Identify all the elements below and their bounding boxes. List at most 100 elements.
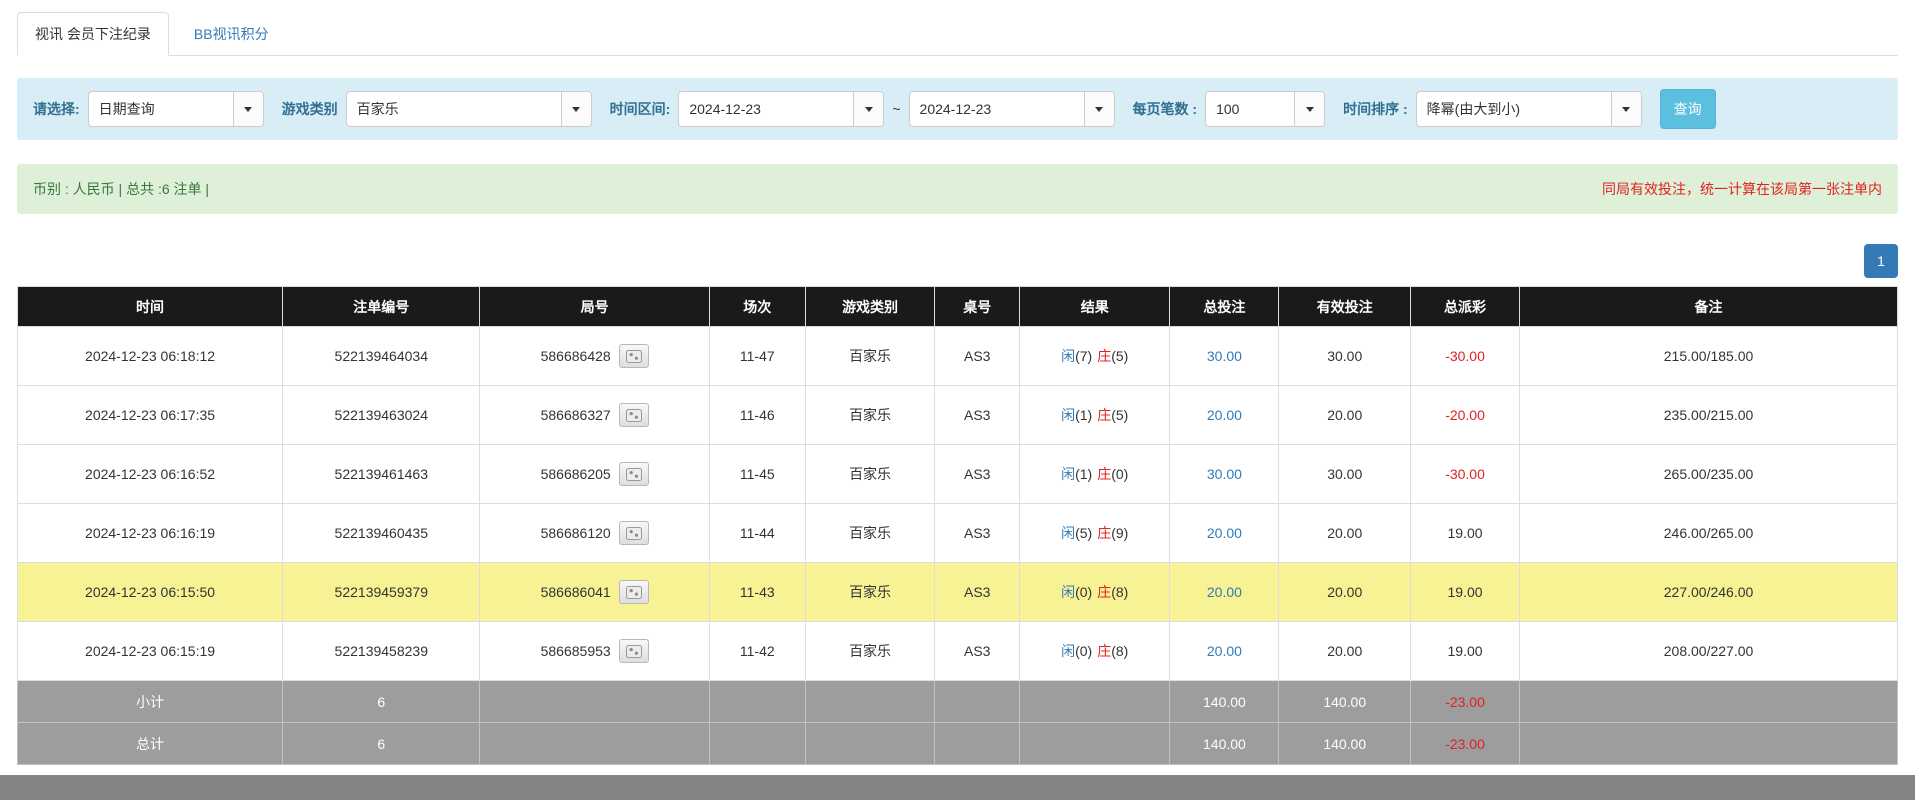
round-replay-button[interactable] [619, 580, 649, 604]
cell-payout: -30.00 [1411, 445, 1520, 504]
player-result-score: (0) [1075, 584, 1092, 600]
table-footer: 小计6140.00140.00-23.00总计6140.00140.00-23.… [18, 681, 1898, 765]
column-header: 结果 [1020, 287, 1170, 327]
summary-empty-cell [935, 723, 1020, 765]
cell-total-bet[interactable]: 20.00 [1170, 622, 1279, 681]
banker-result-label: 庄 [1097, 525, 1111, 541]
player-result-label: 闲 [1061, 348, 1075, 364]
pagination: 1 [17, 244, 1898, 278]
game-type-value: 百家乐 [347, 92, 561, 126]
replay-icon [626, 409, 642, 422]
cell-time: 2024-12-23 06:15:19 [18, 622, 283, 681]
table-row: 2024-12-23 06:16:19522139460435586686120… [18, 504, 1898, 563]
round-replay-button[interactable] [619, 344, 649, 368]
cell-remark: 208.00/227.00 [1520, 622, 1898, 681]
cell-total-bet[interactable]: 20.00 [1170, 563, 1279, 622]
table-row: 2024-12-23 06:15:19522139458239 586685953… [18, 622, 1898, 681]
cell-session: 11-42 [709, 622, 805, 681]
cell-table-no: AS3 [935, 327, 1020, 386]
cell-remark: 227.00/246.00 [1520, 563, 1898, 622]
summary-empty-cell [480, 681, 709, 723]
player-result-label: 闲 [1061, 407, 1075, 423]
cell-payout: 19.00 [1411, 622, 1520, 681]
date-from-select[interactable]: 2024-12-23 [678, 91, 884, 127]
cell-total-bet[interactable]: 20.00 [1170, 386, 1279, 445]
cell-remark: 246.00/265.00 [1520, 504, 1898, 563]
round-replay-button[interactable] [619, 521, 649, 545]
cell-round: 586685953 [480, 622, 709, 681]
table-row: 2024-12-23 06:16:52522139461463586686205… [18, 445, 1898, 504]
caret-down-icon[interactable] [1611, 92, 1641, 126]
player-result-score: (5) [1075, 525, 1092, 541]
summary-bar: 币别 : 人民币 | 总共 :6 注单 | 同局有效投注，统一计算在该局第一张注… [17, 164, 1898, 214]
date-to-select[interactable]: 2024-12-23 [909, 91, 1115, 127]
cell-bet-id: 522139458239 [283, 622, 480, 681]
sort-label: 时间排序 : [1343, 99, 1408, 119]
date-to-value: 2024-12-23 [910, 92, 1084, 126]
cell-session: 11-47 [709, 327, 805, 386]
caret-down-icon[interactable] [853, 92, 883, 126]
round-replay-button[interactable] [619, 403, 649, 427]
banker-result-score: (5) [1111, 407, 1128, 423]
column-header: 总投注 [1170, 287, 1279, 327]
cell-session: 11-43 [709, 563, 805, 622]
cell-round: 586686205 [480, 445, 709, 504]
caret-down-icon[interactable] [561, 92, 591, 126]
round-replay-button[interactable] [619, 462, 649, 486]
banker-result-score: (8) [1111, 643, 1128, 659]
column-header: 备注 [1520, 287, 1898, 327]
cell-game-type: 百家乐 [805, 327, 935, 386]
cell-total-bet[interactable]: 20.00 [1170, 504, 1279, 563]
tab-bb-points[interactable]: BB视讯积分 [177, 13, 286, 55]
round-id: 586686120 [541, 525, 611, 541]
filter-group-sort: 时间排序 : 降幂(由大到小) [1343, 91, 1642, 127]
tab-betting-records[interactable]: 视讯 会员下注纪录 [17, 12, 169, 56]
summary-empty-cell [805, 723, 935, 765]
round-id: 586686205 [541, 466, 611, 482]
cell-round: 586686428 [480, 327, 709, 386]
cell-total-bet[interactable]: 30.00 [1170, 327, 1279, 386]
cell-game-type: 百家乐 [805, 622, 935, 681]
tab-bar: 视讯 会员下注纪录 BB视讯积分 [17, 12, 1898, 56]
cell-result: 闲(0)庄(8) [1020, 622, 1170, 681]
filter-group-mode: 请选择: 日期查询 [33, 91, 264, 127]
cell-round: 586686041 [480, 563, 709, 622]
column-header: 注单编号 [283, 287, 480, 327]
banker-result-label: 庄 [1097, 643, 1111, 659]
round-id: 586686327 [541, 407, 611, 423]
caret-down-icon[interactable] [1084, 92, 1114, 126]
summary-row: 小计6140.00140.00-23.00 [18, 681, 1898, 723]
round-id: 586685953 [541, 643, 611, 659]
replay-icon [626, 527, 642, 540]
cell-result: 闲(0)庄(8) [1020, 563, 1170, 622]
cell-remark: 235.00/215.00 [1520, 386, 1898, 445]
sort-select[interactable]: 降幂(由大到小) [1416, 91, 1642, 127]
column-header: 局号 [480, 287, 709, 327]
cell-bet-id: 522139460435 [283, 504, 480, 563]
cell-table-no: AS3 [935, 622, 1020, 681]
summary-currency-total: 币别 : 人民币 | 总共 :6 注单 | [33, 179, 209, 199]
summary-empty-cell [1020, 723, 1170, 765]
summary-count: 6 [283, 723, 480, 765]
caret-down-icon[interactable] [1294, 92, 1324, 126]
search-button[interactable]: 查询 [1660, 89, 1716, 129]
page-size-select[interactable]: 100 [1205, 91, 1325, 127]
summary-empty-cell [805, 681, 935, 723]
page-1-button[interactable]: 1 [1864, 244, 1898, 278]
cell-game-type: 百家乐 [805, 445, 935, 504]
cell-round: 586686327 [480, 386, 709, 445]
replay-icon [626, 645, 642, 658]
cell-total-bet[interactable]: 30.00 [1170, 445, 1279, 504]
date-mode-select[interactable]: 日期查询 [88, 91, 264, 127]
round-id: 586686428 [541, 348, 611, 364]
round-replay-button[interactable] [619, 639, 649, 663]
caret-down-icon[interactable] [233, 92, 263, 126]
game-type-select[interactable]: 百家乐 [346, 91, 592, 127]
column-header: 场次 [709, 287, 805, 327]
banker-result-score: (0) [1111, 466, 1128, 482]
date-mode-value: 日期查询 [89, 92, 233, 126]
player-result-label: 闲 [1061, 643, 1075, 659]
summary-total-bet: 140.00 [1170, 723, 1279, 765]
banker-result-score: (8) [1111, 584, 1128, 600]
cell-result: 闲(1)庄(0) [1020, 445, 1170, 504]
